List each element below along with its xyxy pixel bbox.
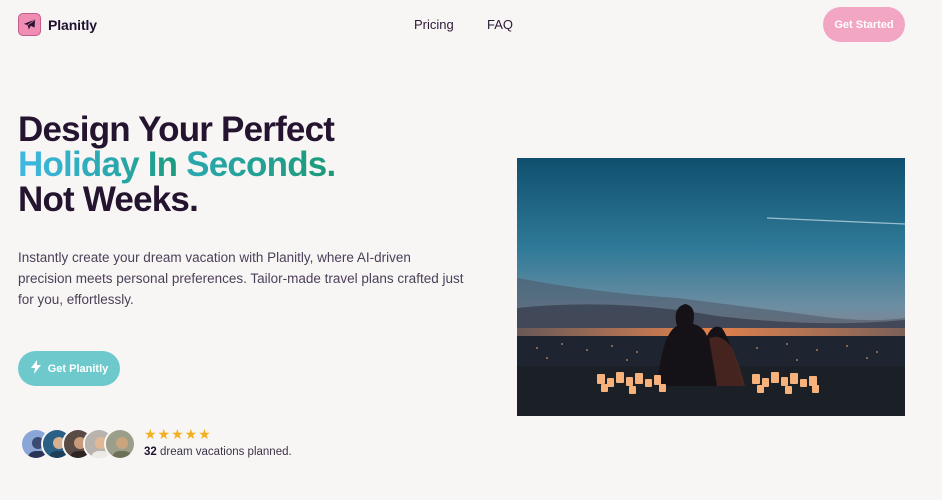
headline-gradient-a: Holiday In — [18, 145, 187, 184]
vacations-planned-text: 32 dream vacations planned. — [144, 446, 292, 458]
hero-headline: Design Your Perfect Holiday In Seconds. … — [18, 110, 336, 219]
airplane-icon — [18, 13, 41, 36]
get-planitly-button[interactable]: Get Planitly — [18, 351, 120, 386]
hero-image — [517, 158, 905, 416]
hero-description: Instantly create your dream vacation wit… — [18, 250, 464, 307]
brand-name: Planitly — [48, 16, 97, 33]
headline-line-2: Holiday In Seconds. — [18, 145, 336, 184]
avatar — [104, 428, 136, 460]
headline-gradient-b: Seconds. — [186, 145, 336, 184]
vacations-count: 32 — [144, 446, 157, 458]
headline-line-3: Not Weeks. — [18, 180, 199, 219]
headline-line-1: Design Your Perfect — [18, 110, 335, 149]
lightning-icon — [30, 360, 42, 377]
get-planitly-label: Get Planitly — [47, 362, 109, 375]
site-header: Planitly Pricing FAQ Get Started — [0, 0, 942, 50]
rating-stars: ★★★★★ — [144, 426, 212, 442]
vacations-label: dream vacations planned. — [156, 446, 292, 458]
avatar-group — [20, 428, 136, 460]
nav-faq-link[interactable]: FAQ — [487, 17, 513, 32]
logo[interactable]: Planitly — [18, 13, 97, 36]
nav-pricing-link[interactable]: Pricing — [414, 17, 454, 32]
get-started-button[interactable]: Get Started — [823, 7, 905, 42]
